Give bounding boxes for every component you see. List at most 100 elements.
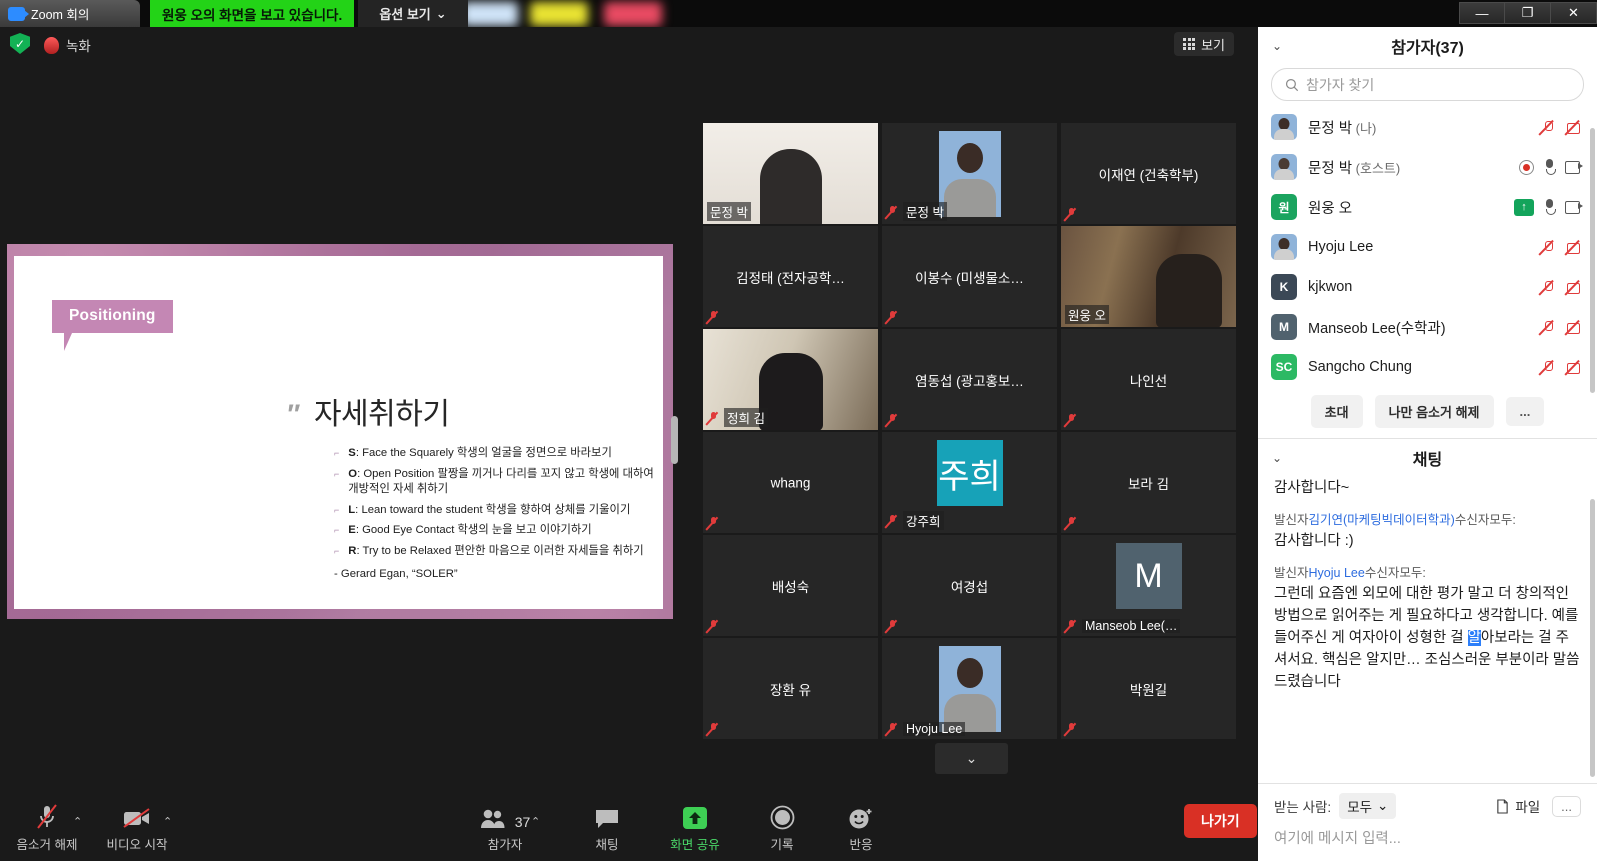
tile-scroll-down-button[interactable]: ⌄ — [935, 743, 1008, 774]
chat-scrollbar[interactable] — [1590, 499, 1595, 777]
slide-scrollbar[interactable] — [671, 416, 678, 464]
participant-name: 배성숙 — [771, 579, 810, 595]
mic-on-icon[interactable] — [1543, 199, 1556, 215]
slide-bullet-text: E: Good Eye Contact 학생의 눈을 보고 이야기하기 — [348, 524, 592, 536]
participants-panel-header[interactable]: ⌄ 참가자(37) — [1258, 27, 1597, 65]
camera-on-icon[interactable] — [1565, 201, 1583, 214]
participant-row[interactable]: 문정 박 (호스트) — [1258, 147, 1597, 187]
view-layout-button[interactable]: 보기 — [1174, 32, 1234, 56]
mic-off-icon — [707, 310, 720, 324]
unmute-me-button[interactable]: 나만 음소거 해제 — [1374, 395, 1494, 428]
start-video-caret-icon[interactable]: ⌃ — [163, 815, 172, 828]
camera-off-icon[interactable] — [1566, 360, 1583, 375]
chat-collapse-chevron-icon[interactable]: ⌄ — [1272, 451, 1282, 465]
camera-off-icon[interactable] — [1566, 120, 1583, 135]
video-tile[interactable]: 문정 박 — [703, 123, 878, 224]
video-tile[interactable]: 여경섭 — [882, 535, 1057, 636]
photo-head — [956, 658, 983, 688]
slide-content: Positioning ″ 자세취하기 ⌐ S: Face the Square… — [14, 256, 663, 609]
chat-message-list[interactable]: 발신자 아무개 수신자모두:감사합니다~ 발신자김기연(마케팅빅데이터학과)수신자… — [1258, 477, 1597, 783]
chat-button[interactable]: 채팅 — [570, 804, 644, 853]
participant-name: 장환 유 — [769, 682, 811, 698]
reactions-button[interactable]: 반응 — [824, 804, 898, 853]
file-icon — [1497, 798, 1509, 814]
slide-bullet: ⌐ R: Try to be Relaxed 편안한 마음으로 이러한 자세들을… — [334, 544, 664, 560]
maximize-button[interactable]: ❐ — [1505, 2, 1551, 24]
video-tile[interactable]: 주희 강주희 — [882, 432, 1057, 533]
chat-file-button[interactable]: 파일 — [1496, 796, 1540, 816]
video-tile[interactable]: 원웅 오 — [1061, 226, 1236, 327]
participants-caret-icon[interactable]: ⌃ — [531, 815, 540, 828]
participant-row[interactable]: SC Sangcho Chung — [1258, 347, 1597, 387]
encryption-shield-icon[interactable]: ✓ — [10, 33, 30, 54]
video-tile[interactable]: Hyoju Lee — [882, 638, 1057, 739]
chat-more-button[interactable]: ... — [1552, 795, 1581, 817]
participant-row[interactable]: Kkjkwon — [1258, 267, 1597, 307]
video-tile[interactable]: 이봉수 (미생물소… — [882, 226, 1057, 327]
close-button[interactable]: ✕ — [1551, 2, 1597, 24]
screen-share-banner: 원웅 오의 화면을 보고 있습니다. — [150, 0, 355, 27]
video-tile[interactable]: 장환 유 — [703, 638, 878, 739]
mic-off-icon[interactable] — [1540, 280, 1557, 295]
video-tile[interactable]: whang — [703, 432, 878, 533]
participants-button[interactable]: 37 참가자 — [468, 804, 542, 853]
participant-row[interactable]: 문정 박 (나) — [1258, 107, 1597, 147]
mic-off-icon[interactable] — [1540, 120, 1557, 135]
start-video-button[interactable]: 비디오 시작 — [100, 804, 174, 853]
mic-off-icon[interactable] — [1540, 320, 1557, 335]
participant-row[interactable]: M Manseob Lee(수학과) — [1258, 307, 1597, 347]
chevron-down-icon: ⌄ — [435, 5, 447, 21]
video-tile[interactable]: 보라 김 — [1061, 432, 1236, 533]
meeting-header-bar: ✓ 녹화 보기 — [0, 27, 1258, 60]
video-tile[interactable]: M Manseob Lee(… — [1061, 535, 1236, 636]
participants-more-button[interactable]: ... — [1505, 397, 1545, 426]
participant-row[interactable]: Hyoju Lee — [1258, 227, 1597, 267]
video-tile[interactable]: 정희 김 — [703, 329, 878, 430]
camera-off-icon[interactable] — [1566, 320, 1583, 335]
participant-name: 이재연 (건축학부) — [1098, 167, 1199, 183]
camera-off-icon[interactable] — [1566, 280, 1583, 295]
mic-on-icon[interactable] — [1543, 159, 1556, 175]
video-tile[interactable]: 나인선 — [1061, 329, 1236, 430]
video-tile[interactable]: 김정태 (전자공학… — [703, 226, 878, 327]
tile-name-bar — [707, 310, 720, 324]
slide-bullet-text: R: Try to be Relaxed 편안한 마음으로 이러한 자세들을 취… — [348, 544, 644, 557]
chat-recipient-select[interactable]: 모두 ⌄ — [1339, 793, 1397, 819]
participants-scrollbar[interactable] — [1590, 128, 1595, 393]
collapse-chevron-icon[interactable]: ⌄ — [1272, 39, 1282, 53]
invite-button[interactable]: 초대 — [1310, 395, 1363, 428]
video-tile[interactable]: 배성숙 — [703, 535, 878, 636]
tile-name-bar — [707, 722, 720, 736]
camera-on-icon[interactable] — [1565, 161, 1583, 174]
chat-message-input[interactable]: 여기에 메시지 입력... — [1274, 827, 1581, 848]
window-title-bar: Zoom 회의 원웅 오의 화면을 보고 있습니다. 옵션 보기 ⌄ — ❐ ✕ — [0, 0, 1597, 27]
participant-search-input[interactable]: 참가자 찾기 — [1271, 68, 1584, 101]
leave-meeting-button[interactable]: 나가기 — [1184, 804, 1257, 838]
view-options-button[interactable]: 옵션 보기 ⌄ — [358, 0, 468, 27]
app-tab[interactable]: Zoom 회의 — [0, 0, 140, 27]
share-screen-button[interactable]: 화면 공유 — [658, 804, 732, 853]
participant-name: kjkwon — [1308, 279, 1353, 295]
person-silhouette — [758, 353, 823, 430]
unmute-button[interactable]: 음소거 해제 — [10, 804, 84, 853]
minimize-button[interactable]: — — [1459, 2, 1505, 24]
recording-indicator[interactable]: 녹화 — [44, 35, 91, 55]
participant-name: 정희 김 — [724, 408, 768, 427]
participant-name: whang — [770, 475, 811, 490]
camera-off-icon[interactable] — [1566, 240, 1583, 255]
chat-panel-header[interactable]: ⌄ 채팅 — [1258, 439, 1597, 477]
video-tile[interactable]: 박원길 — [1061, 638, 1236, 739]
start-video-label: 비디오 시작 — [106, 838, 168, 852]
reactions-icon — [848, 804, 874, 830]
mic-off-icon[interactable] — [1540, 360, 1557, 375]
shared-screen-slide[interactable]: Positioning ″ 자세취하기 ⌐ S: Face the Square… — [7, 244, 678, 619]
participant-name: 나인선 — [1129, 373, 1168, 389]
participant-row[interactable]: 원 원웅 오 ↑ — [1258, 187, 1597, 227]
record-button[interactable]: 기록 — [745, 804, 819, 853]
mic-off-icon[interactable] — [1540, 240, 1557, 255]
video-tile[interactable]: 이재연 (건축학부) — [1061, 123, 1236, 224]
video-tile[interactable]: 염동섭 (광고홍보… — [882, 329, 1057, 430]
video-tile[interactable]: 문정 박 — [882, 123, 1057, 224]
unmute-caret-icon[interactable]: ⌃ — [73, 815, 82, 828]
tile-name-bar: 강주희 — [886, 511, 944, 530]
